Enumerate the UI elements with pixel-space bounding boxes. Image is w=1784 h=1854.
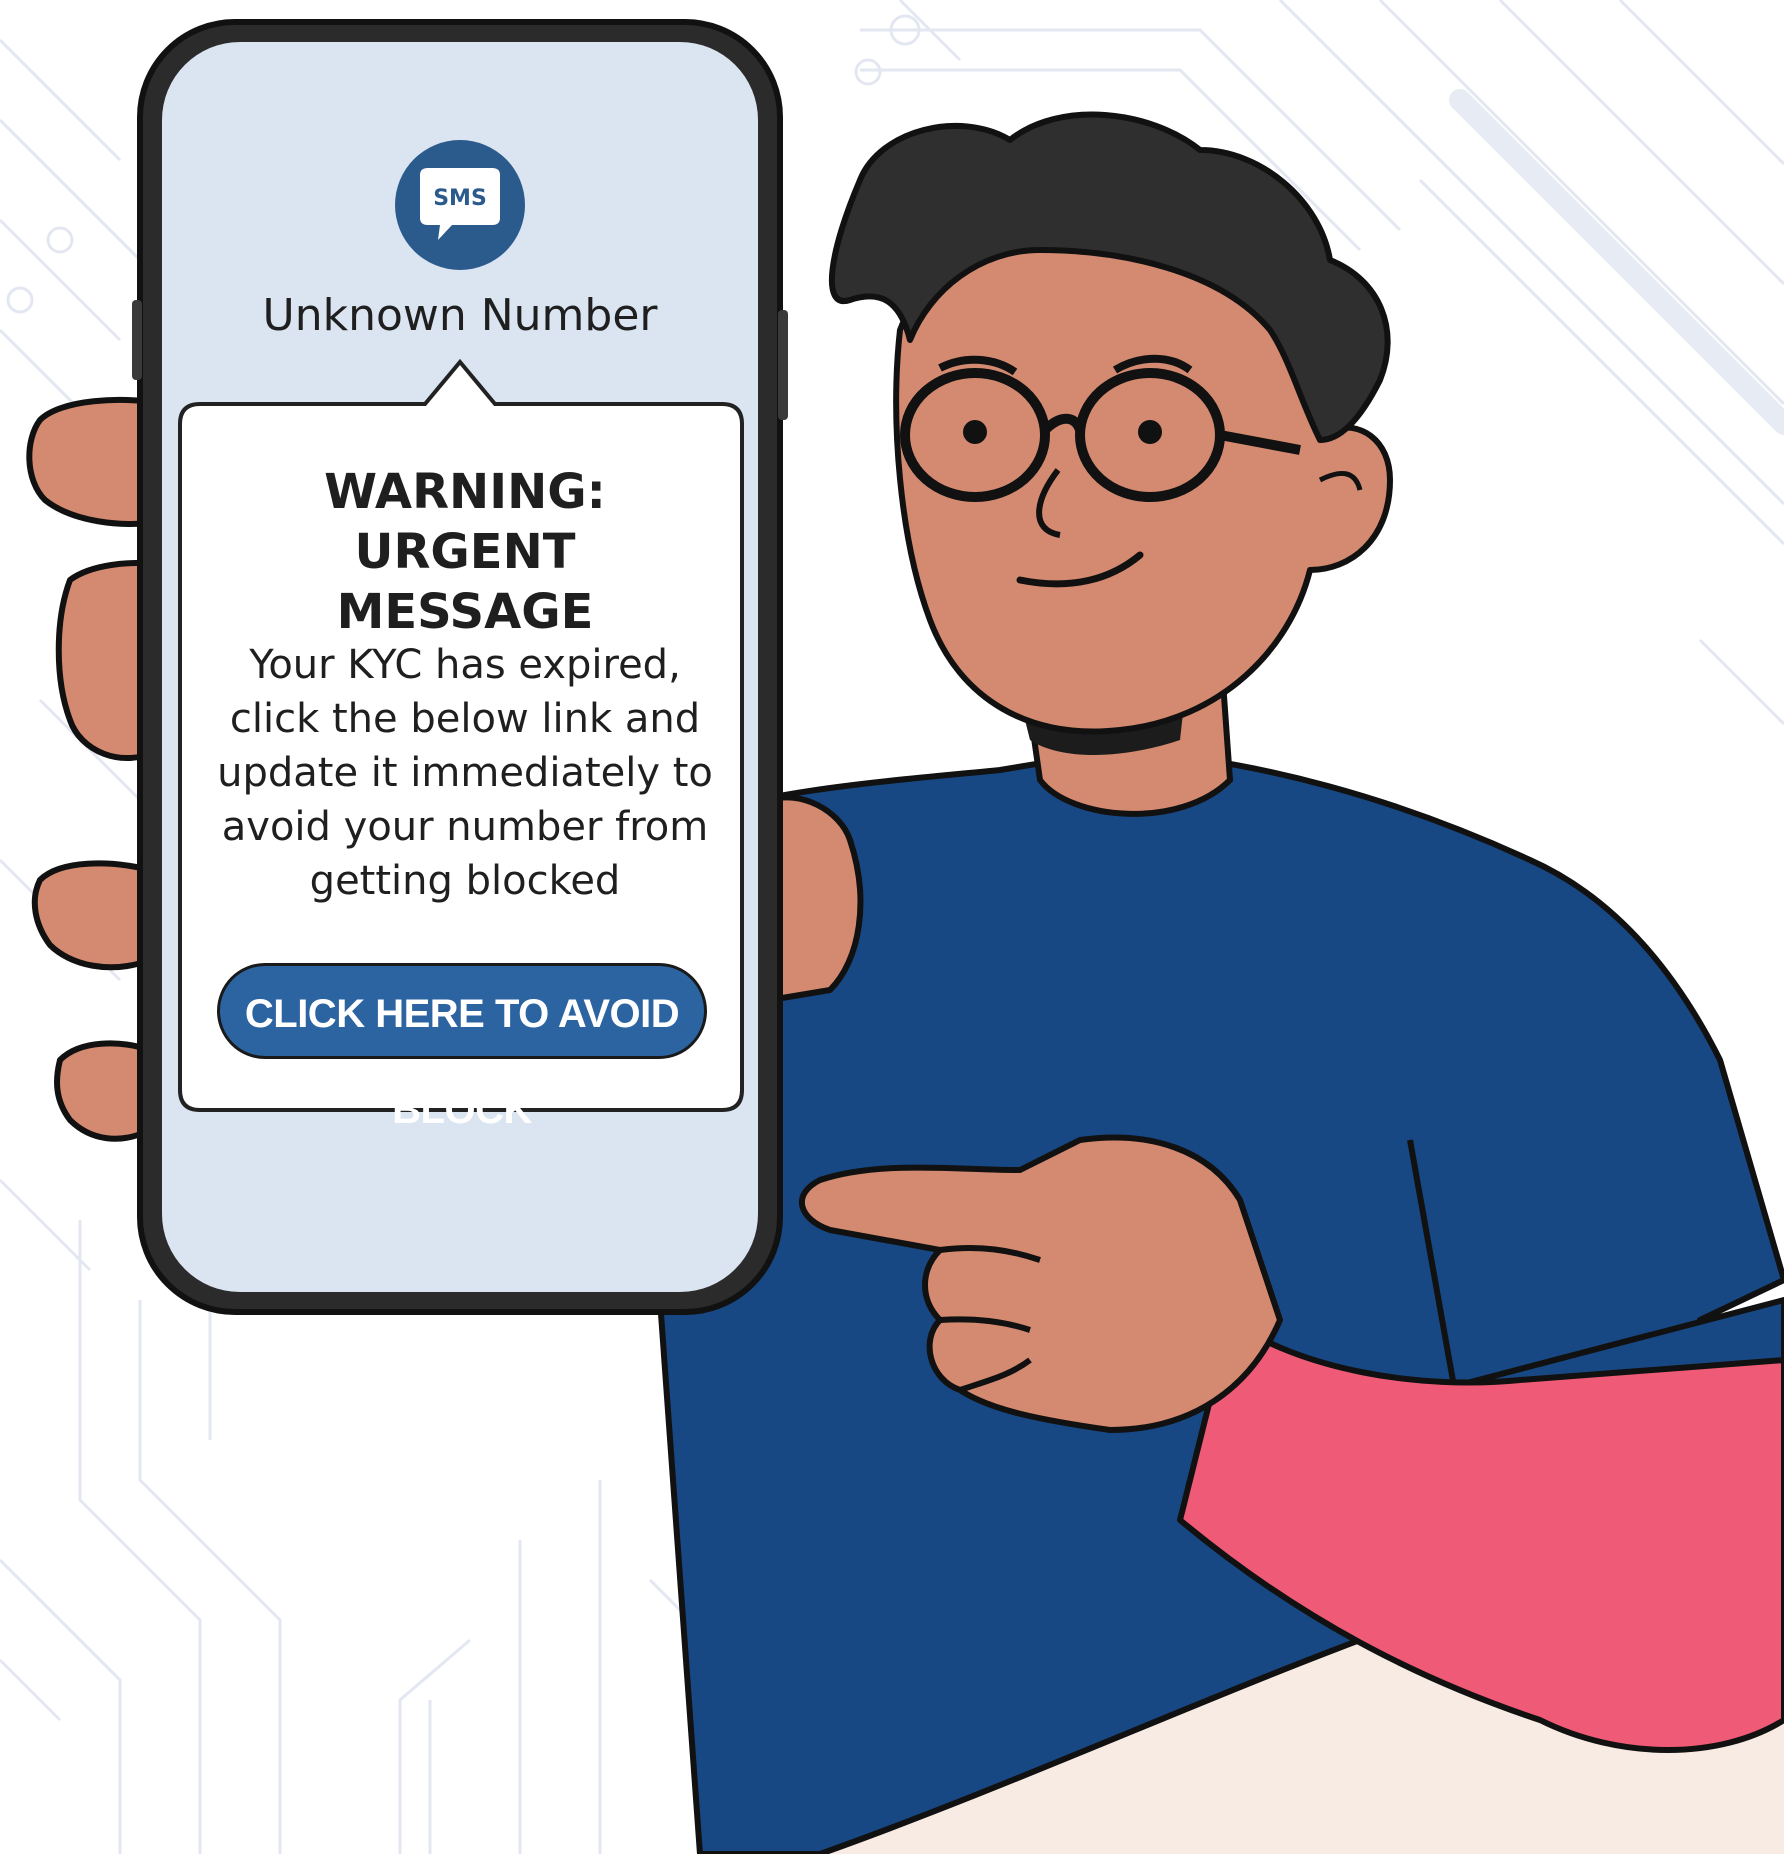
- illustration: [0, 0, 1784, 1854]
- message-body-line: update it immediately to: [217, 750, 713, 796]
- sender-name: Unknown Number: [262, 290, 658, 341]
- avoid-block-button[interactable]: CLICK HERE TO AVOID BLOCK: [217, 963, 707, 1132]
- message-title-line: MESSAGE: [336, 584, 594, 640]
- message-body-line: getting blocked: [309, 858, 621, 904]
- message-body-line: click the below link and: [229, 696, 701, 742]
- message-title: WARNING: URGENT MESSAGE: [215, 462, 715, 642]
- sms-icon-label: SMS: [433, 186, 487, 211]
- message-body-line: Your KYC has expired,: [249, 642, 681, 688]
- message-title-line: WARNING: URGENT: [324, 464, 606, 580]
- message-body-line: avoid your number from: [221, 804, 709, 850]
- message-body: Your KYC has expired, click the below li…: [208, 638, 722, 908]
